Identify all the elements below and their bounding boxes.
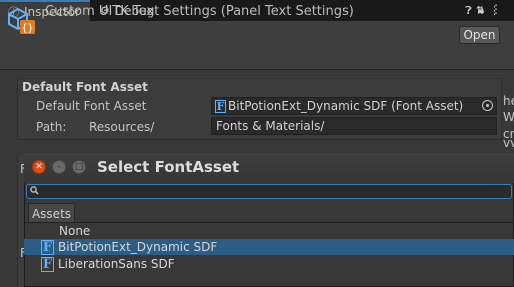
background-text: W [503,110,514,124]
font-asset-icon: F [41,239,54,255]
svg-text:{}: {} [21,23,33,34]
header-icons: ❓︎⇅⋮ [465,4,504,18]
background-text: he [503,94,514,108]
more-icon[interactable]: ⋮ [489,4,504,17]
preset-icon[interactable]: ⇅ [476,4,489,17]
path-label: Path: [36,120,67,134]
font-asset-icon: F [41,256,54,272]
list-item-none[interactable]: None [24,223,514,239]
section-title: Default Font Asset [22,80,148,94]
help-icon[interactable]: ❓︎ [465,4,476,17]
object-picker-icon[interactable] [482,100,493,111]
asset-title: Custom UITK Text Settings (Panel Text Se… [45,4,354,19]
minimize-icon: – [56,161,62,172]
close-icon: ✕ [35,161,43,172]
search-icon [30,186,39,195]
minimize-window-button[interactable]: – [52,160,66,174]
path-field[interactable]: Fonts & Materials/ [211,117,497,135]
font-asset-icon: F [215,99,226,113]
list-item-label: LiberationSans SDF [58,257,175,271]
inspector-header [0,21,514,70]
default-font-asset-field[interactable]: F BitPotionExt_Dynamic SDF (Font Asset) [211,97,497,115]
script-asset-icon: {} [8,7,35,34]
open-button[interactable]: Open [459,26,500,44]
list-item-bitpotion[interactable]: F BitPotionExt_Dynamic SDF [24,239,514,255]
default-font-asset-label: Default Font Asset [36,99,147,113]
path-value: Fonts & Materials/ [216,119,325,133]
tab-assets[interactable]: Assets [28,203,75,223]
window-title: Select FontAsset [97,158,240,176]
list-item-label: BitPotionExt_Dynamic SDF [58,240,218,254]
maximize-window-button[interactable]: □ [72,160,86,174]
list-item-liberationsans[interactable]: F LiberationSans SDF [24,256,514,272]
list-item-label: None [59,224,91,238]
font-asset-value: BitPotionExt_Dynamic SDF (Font Asset) [228,99,464,113]
maximize-icon: □ [74,161,84,172]
background-text: vv [503,136,514,150]
path-prefix: Resources/ [89,120,155,134]
search-input[interactable] [26,184,512,199]
close-window-button[interactable]: ✕ [32,160,46,174]
